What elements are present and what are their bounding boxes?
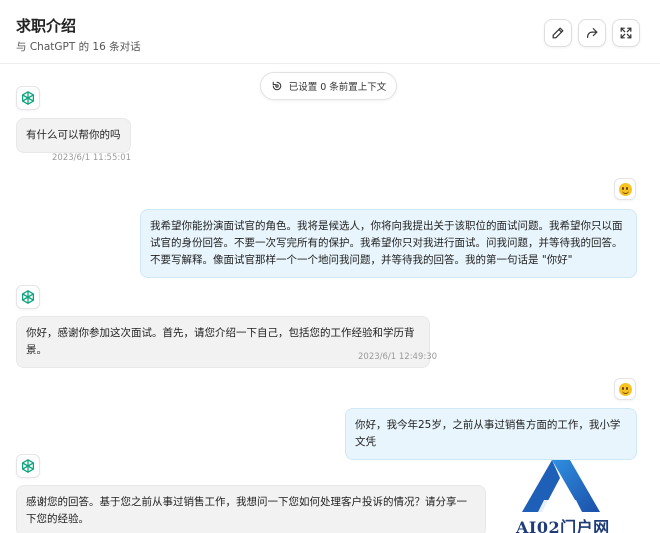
openai-logo-icon <box>21 290 35 304</box>
fullscreen-button[interactable] <box>612 19 640 47</box>
page-subtitle: 与 ChatGPT 的 16 条对话 <box>16 41 141 53</box>
message-bubble: 感谢您的回答。基于您之前从事过销售工作，我想问一下您如何处理客户投诉的情况？请分… <box>16 485 486 533</box>
chat-header: 求职介绍 与 ChatGPT 的 16 条对话 <box>0 0 660 64</box>
openai-logo-icon <box>21 459 35 473</box>
bot-avatar <box>16 454 40 478</box>
watermark-text: AI02门户网 <box>516 518 610 533</box>
share-icon <box>587 28 598 38</box>
page-title: 求职介绍 <box>16 17 77 35</box>
user-avatar <box>614 378 636 400</box>
message-bubble: 我希望你能扮演面试官的角色。我将是候选人，你将向我提出关于该职位的面试问题。我希… <box>140 209 637 278</box>
context-icon <box>272 81 281 91</box>
fullscreen-icon <box>620 27 632 39</box>
bot-avatar <box>16 285 40 309</box>
bot-avatar <box>16 86 40 110</box>
context-label: 已设置 0 条前置上下文 <box>288 82 387 93</box>
share-button[interactable] <box>578 19 606 47</box>
context-settings-button[interactable]: 已设置 0 条前置上下文 <box>260 72 397 100</box>
message-timestamp: 2023/6/1 11:55:01 <box>52 153 132 163</box>
smiley-icon <box>618 382 632 396</box>
user-avatar <box>614 178 636 200</box>
edit-icon <box>552 27 564 39</box>
openai-logo-icon <box>21 91 35 105</box>
edit-button[interactable] <box>544 19 572 47</box>
message-bubble: 你好，我今年25岁，之前从事过销售方面的工作，我小学文凭 <box>345 408 637 460</box>
message-bubble: 有什么可以帮你的吗 <box>16 118 131 153</box>
message-timestamp: 2023/6/1 12:49:30 <box>358 352 438 362</box>
smiley-icon <box>618 182 632 196</box>
